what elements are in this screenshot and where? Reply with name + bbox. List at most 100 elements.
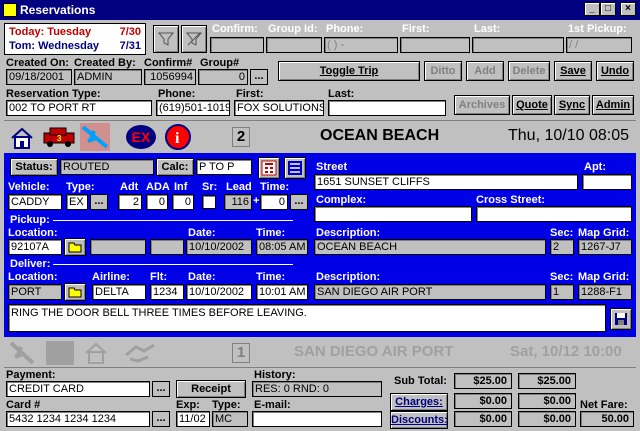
trip2-header[interactable]: 1 SAN DIEGO AIR PORT Sat, 10/12 10:00 (4, 338, 636, 368)
sr-checkbox[interactable] (202, 195, 216, 209)
calc-button[interactable]: Calc: (156, 158, 194, 176)
pickup-sec-label: Sec: (550, 227, 574, 239)
trip1-header[interactable]: 3 EX i 2 OCEAN BEACH Thu, 10/10 08:05 (4, 120, 636, 152)
status-button[interactable]: Status: (10, 158, 58, 176)
sync-button[interactable]: Sync (554, 95, 590, 115)
inf-field[interactable]: 0 (172, 194, 194, 210)
floppy-disk-icon (615, 313, 627, 325)
clear-filter-button[interactable] (181, 25, 207, 53)
flight-field[interactable]: 1234 (150, 284, 184, 300)
lead-field: 116 (224, 194, 252, 210)
window-title: Reservations (20, 3, 96, 17)
airline-field[interactable]: DELTA (92, 284, 146, 300)
deliver-map-grid-field: 1288-F1 (578, 284, 632, 300)
calculator-icon (261, 160, 277, 176)
apt-field[interactable] (582, 174, 632, 190)
undo-button[interactable]: Undo (596, 61, 634, 81)
ada-label: ADA (146, 181, 170, 193)
pickup-folder-button[interactable] (64, 238, 86, 256)
trip2-destination: SAN DIEGO AIR PORT (294, 343, 454, 360)
reservation-last-label: Last: (328, 88, 355, 100)
charges-button[interactable]: Charges: (390, 393, 448, 411)
search-confirm-field[interactable] (210, 37, 264, 53)
payment-field[interactable]: CREDIT CARD (6, 381, 150, 397)
search-last-field[interactable] (472, 37, 564, 53)
lead-time-lookup-button[interactable]: ... (290, 194, 308, 210)
card-type-field: MC (212, 411, 248, 427)
created-confirm-field: 1056994 (144, 69, 196, 85)
discounts-button[interactable]: Discounts: (390, 411, 448, 429)
vehicle-field[interactable]: CADDY (8, 194, 62, 210)
search-pickup-field[interactable]: / / (566, 37, 632, 53)
email-field[interactable] (252, 411, 382, 427)
lead-label: Lead (226, 181, 252, 193)
notes-field[interactable]: RING THE DOOR BELL THREE TIMES BEFORE LE… (8, 304, 606, 332)
card-label: Card # (6, 399, 41, 411)
history-field: RES: 0 RND: 0 (252, 381, 382, 397)
pickup-location-field[interactable]: 92107A (8, 239, 62, 255)
ditto-button[interactable]: Ditto (424, 61, 462, 81)
type-field[interactable]: EX (66, 194, 88, 210)
lead-time-field[interactable]: 0 (260, 194, 288, 210)
minimize-button[interactable]: _ (584, 2, 600, 16)
created-by-label: Created By: (74, 57, 136, 69)
toggle-trip-button[interactable]: Toggle Trip (278, 61, 420, 81)
deliver-folder-button[interactable] (64, 283, 86, 301)
payment-lookup-button[interactable]: ... (152, 381, 170, 397)
exp-field[interactable]: 11/02 (176, 411, 210, 427)
calc-field[interactable]: P TO P (196, 159, 252, 175)
search-first-field[interactable] (400, 37, 470, 53)
type-lookup-button[interactable]: ... (90, 194, 108, 210)
maximize-button[interactable]: □ (600, 2, 616, 16)
save-note-button[interactable] (610, 308, 632, 330)
card-lookup-button[interactable]: ... (152, 411, 170, 427)
pickup-map-grid-field: 1267-J7 (578, 239, 632, 255)
search-phone-label: Phone: (326, 23, 364, 35)
calculator-button[interactable] (258, 157, 280, 179)
reservation-type-field[interactable]: 002 TO PORT RT (6, 100, 152, 116)
deliver-location-field[interactable]: PORT (8, 284, 62, 300)
reservation-phone-field[interactable]: (619)501-1019 (156, 100, 230, 116)
group-lookup-button[interactable]: ... (250, 69, 268, 85)
reservation-last-field[interactable] (328, 100, 446, 116)
delete-button[interactable]: Delete (508, 61, 550, 81)
card-number-field[interactable]: 5432 1234 1234 1234 (6, 411, 150, 427)
cross-street-field[interactable] (476, 206, 632, 222)
pickup-location-label: Location: (8, 227, 58, 239)
tomorrow-date: 7/31 (119, 40, 141, 52)
subtotal-field-1: $25.00 (454, 373, 512, 389)
reservation-first-field[interactable]: FOX SOLUTIONS (234, 100, 324, 116)
created-on-field: 09/18/2001 (6, 69, 72, 85)
vehicle-label: Vehicle: (8, 181, 50, 193)
search-phone-field[interactable]: ( ) - (324, 37, 398, 53)
street-field[interactable]: 1651 SUNSET CLIFFS (314, 174, 578, 190)
ada-field[interactable]: 0 (146, 194, 168, 210)
reservation-first-label: First: (236, 88, 264, 100)
quote-button[interactable]: Quote (512, 95, 552, 115)
close-button[interactable]: × (620, 2, 636, 16)
payment-label: Payment: (6, 369, 56, 381)
pickup-extra-field-2 (150, 239, 184, 255)
deliver-header: Deliver: (10, 258, 296, 270)
svg-text:i: i (175, 130, 180, 147)
deliver-time-field[interactable]: 10:01 AM (256, 284, 308, 300)
pickup-date-field[interactable]: 10/10/2002 (186, 239, 252, 255)
flight-label: Flt: (150, 271, 168, 283)
receipt-button[interactable]: Receipt (176, 380, 246, 398)
list-button[interactable] (284, 157, 306, 179)
complex-field[interactable] (314, 206, 472, 222)
airplane-icon (9, 341, 35, 365)
admin-button[interactable]: Admin (592, 95, 634, 115)
pickup-time-field[interactable]: 08:05 AM (256, 239, 308, 255)
deliver-date-field[interactable]: 10/10/2002 (186, 284, 252, 300)
pickup-extra-field-1 (90, 239, 146, 255)
pickup-description-field: OCEAN BEACH (314, 239, 546, 255)
filter-button[interactable] (153, 25, 179, 53)
search-pickup-label: 1st Pickup: (568, 23, 627, 35)
adt-field[interactable]: 2 (118, 194, 142, 210)
save-button[interactable]: Save (554, 61, 592, 81)
search-group-field[interactable] (266, 37, 322, 53)
created-confirm-label: Confirm# (144, 57, 193, 69)
archives-button[interactable]: Archives (454, 95, 510, 115)
add-button[interactable]: Add (466, 61, 504, 81)
